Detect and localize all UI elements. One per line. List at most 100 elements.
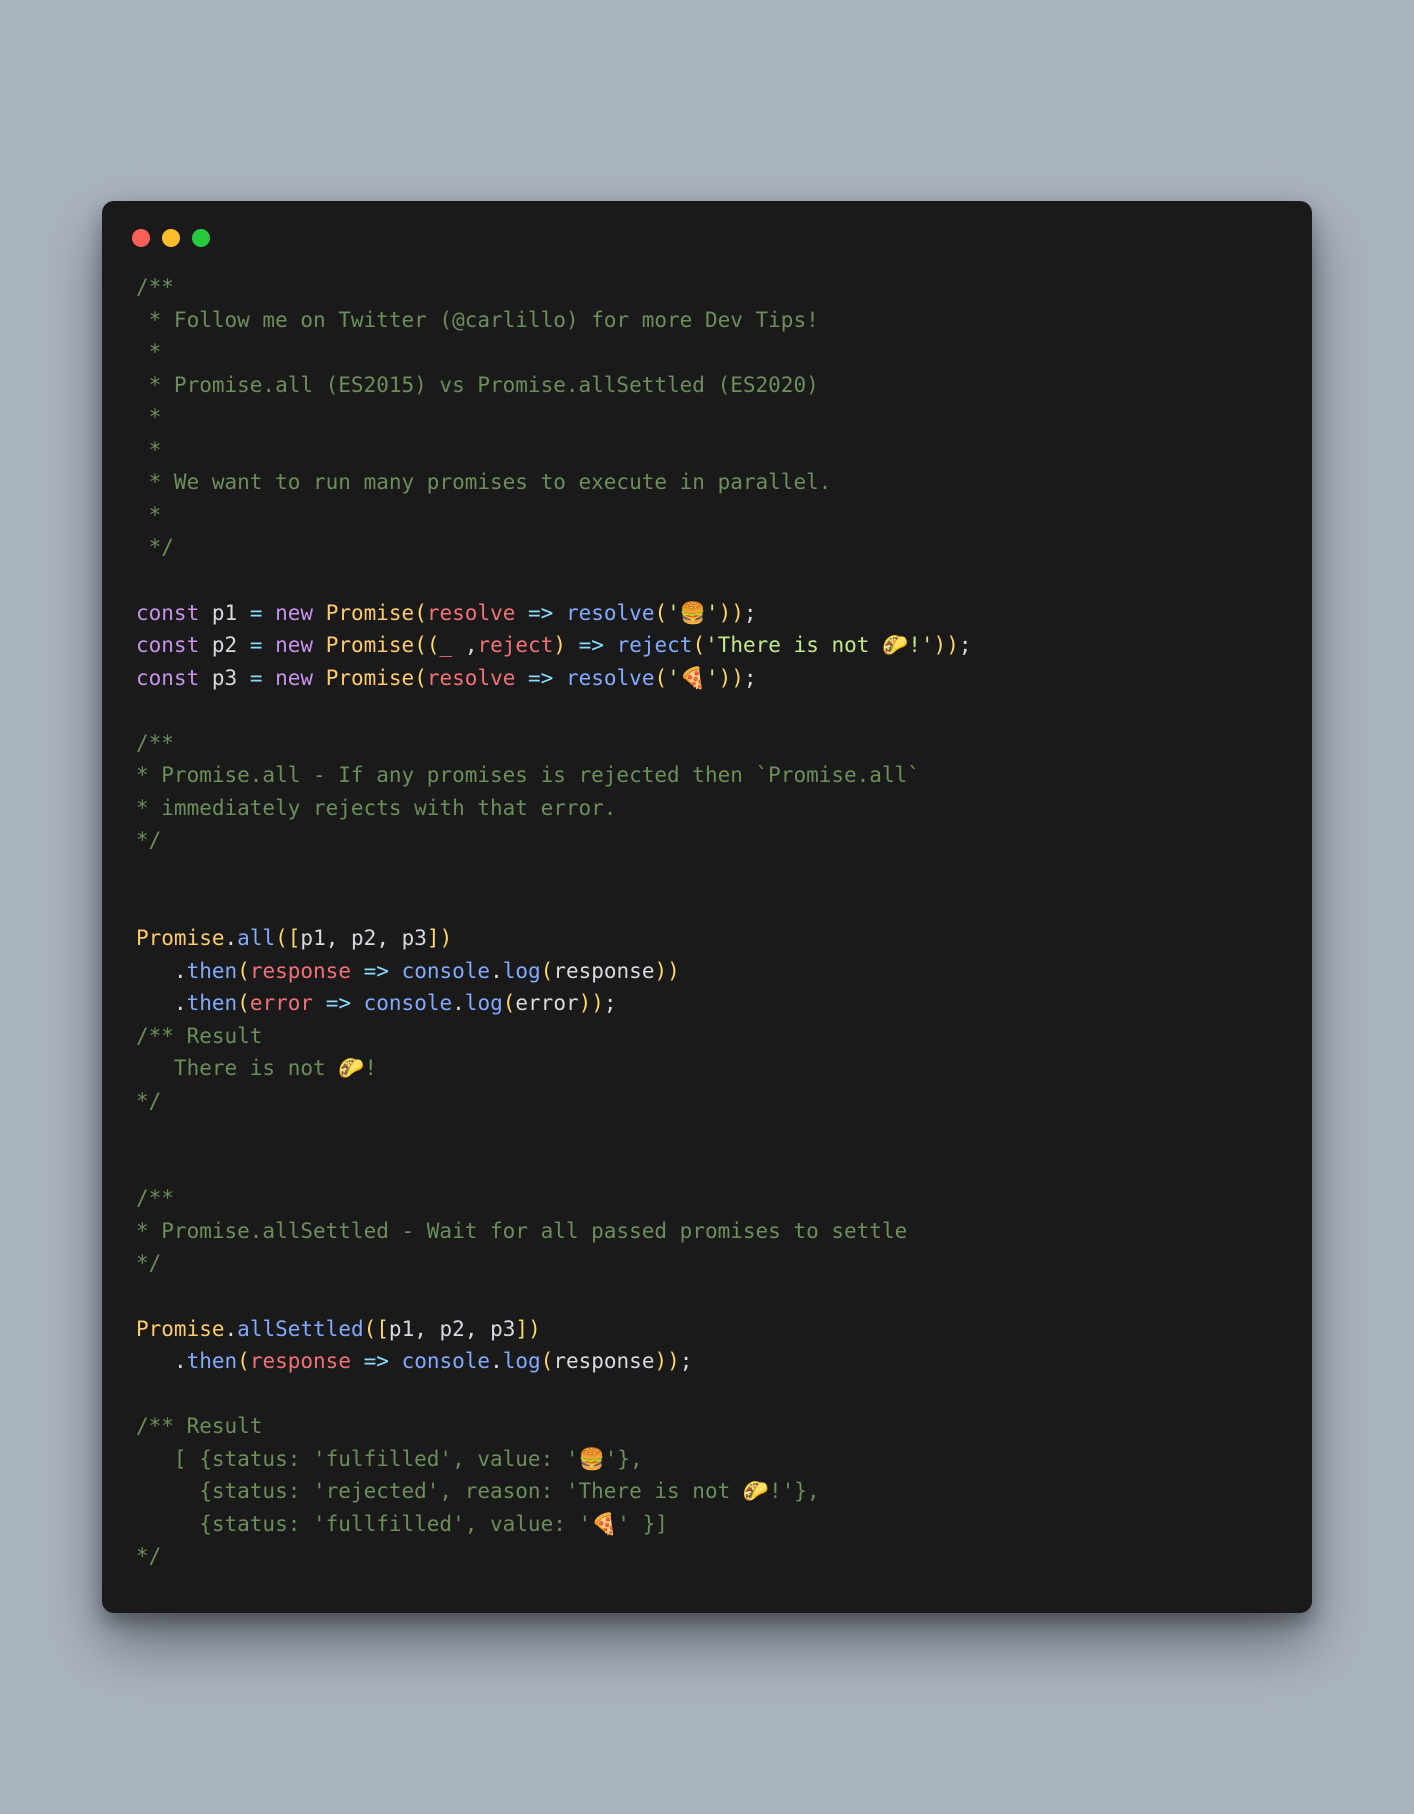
call-reject: reject (617, 633, 693, 657)
op-eq: = (237, 666, 275, 690)
close-icon[interactable] (132, 229, 150, 247)
paren: ( (541, 1349, 554, 1373)
comment-line: /** Result (136, 1024, 262, 1048)
ident-p2: p2 (351, 926, 376, 950)
paren: ) (440, 926, 453, 950)
keyword-const: const (136, 633, 199, 657)
bracket: [ (288, 926, 301, 950)
paren: ) (731, 601, 744, 625)
comment-line: /** (136, 275, 174, 299)
prop-then: then (187, 1349, 238, 1373)
comment-line: */ (136, 1251, 161, 1275)
param-response: response (250, 959, 351, 983)
indent (136, 959, 174, 983)
string-burger: '🍔' (667, 601, 718, 625)
ident-p3: p3 (402, 926, 427, 950)
prop-log: log (465, 991, 503, 1015)
dot: . (174, 1349, 187, 1373)
comment-line: */ (136, 1544, 161, 1568)
prop-log: log (503, 959, 541, 983)
class-promise: Promise (326, 601, 415, 625)
prop-all: all (237, 926, 275, 950)
op-arrow: => (515, 666, 566, 690)
keyword-new: new (275, 633, 313, 657)
comment-line: * (136, 438, 161, 462)
comment-line: * (136, 503, 161, 527)
comment-line: /** (136, 1186, 174, 1210)
indent (136, 991, 174, 1015)
code-block: /** * Follow me on Twitter (@carlillo) f… (102, 271, 1312, 1573)
prop-then: then (187, 991, 238, 1015)
paren: ( (275, 926, 288, 950)
ident-response: response (553, 959, 654, 983)
comment-line: */ (136, 828, 161, 852)
class-promise: Promise (326, 633, 415, 657)
call-resolve: resolve (566, 666, 655, 690)
class-promise: Promise (136, 926, 225, 950)
keyword-const: const (136, 601, 199, 625)
prop-allsettled: allSettled (237, 1317, 363, 1341)
paren: ) (654, 959, 667, 983)
paren: ( (427, 633, 440, 657)
paren: ( (541, 959, 554, 983)
paren: ) (591, 991, 604, 1015)
prop-then: then (187, 959, 238, 983)
var-p3: p3 (212, 666, 237, 690)
ident-error: error (515, 991, 578, 1015)
paren: ) (528, 1317, 541, 1341)
semicolon: ; (959, 633, 972, 657)
dot: . (490, 1349, 503, 1373)
var-p2: p2 (212, 633, 237, 657)
semicolon: ; (680, 1349, 693, 1373)
op-arrow: => (351, 959, 402, 983)
comma: , (452, 633, 477, 657)
string-taco: 'There is not 🌮!' (705, 633, 933, 657)
param-response: response (250, 1349, 351, 1373)
comment-line: */ (136, 535, 174, 559)
string-pizza: '🍕' (667, 666, 718, 690)
paren: ) (934, 633, 947, 657)
ident-p3: p3 (490, 1317, 515, 1341)
paren: ) (719, 666, 732, 690)
keyword-new: new (275, 601, 313, 625)
keyword-const: const (136, 666, 199, 690)
bracket: [ (376, 1317, 389, 1341)
paren: ) (654, 1349, 667, 1373)
comment-line: * Promise.all (ES2015) vs Promise.allSet… (136, 373, 819, 397)
comment-line: * Promise.allSettled - Wait for all pass… (136, 1219, 907, 1243)
comment-line: * We want to run many promises to execut… (136, 470, 831, 494)
param-resolve: resolve (427, 601, 516, 625)
paren: ) (719, 601, 732, 625)
semicolon: ; (744, 601, 757, 625)
ident-p1: p1 (300, 926, 325, 950)
maximize-icon[interactable] (192, 229, 210, 247)
comma: , (465, 1317, 490, 1341)
paren: ( (237, 959, 250, 983)
obj-console: console (364, 991, 453, 1015)
paren: ( (692, 633, 705, 657)
dot: . (452, 991, 465, 1015)
op-arrow: => (313, 991, 364, 1015)
dot: . (174, 991, 187, 1015)
dot: . (490, 959, 503, 983)
paren: ( (654, 666, 667, 690)
paren: ) (667, 1349, 680, 1373)
bracket: ] (515, 1317, 528, 1341)
comment-line: * Promise.all - If any promises is rejec… (136, 763, 920, 787)
comma: , (326, 926, 351, 950)
code-window: /** * Follow me on Twitter (@carlillo) f… (102, 201, 1312, 1613)
dot: . (225, 1317, 238, 1341)
paren: ( (503, 991, 516, 1015)
paren: ) (731, 666, 744, 690)
comment-line: [ {status: 'fulfilled', value: '🍔'}, (136, 1447, 643, 1471)
class-promise: Promise (136, 1317, 225, 1341)
bracket: ] (427, 926, 440, 950)
ident-p1: p1 (389, 1317, 414, 1341)
call-resolve: resolve (566, 601, 655, 625)
comment-line: * (136, 405, 161, 429)
semicolon: ; (604, 991, 617, 1015)
minimize-icon[interactable] (162, 229, 180, 247)
param-error: error (250, 991, 313, 1015)
ident-response: response (553, 1349, 654, 1373)
paren: ( (414, 666, 427, 690)
